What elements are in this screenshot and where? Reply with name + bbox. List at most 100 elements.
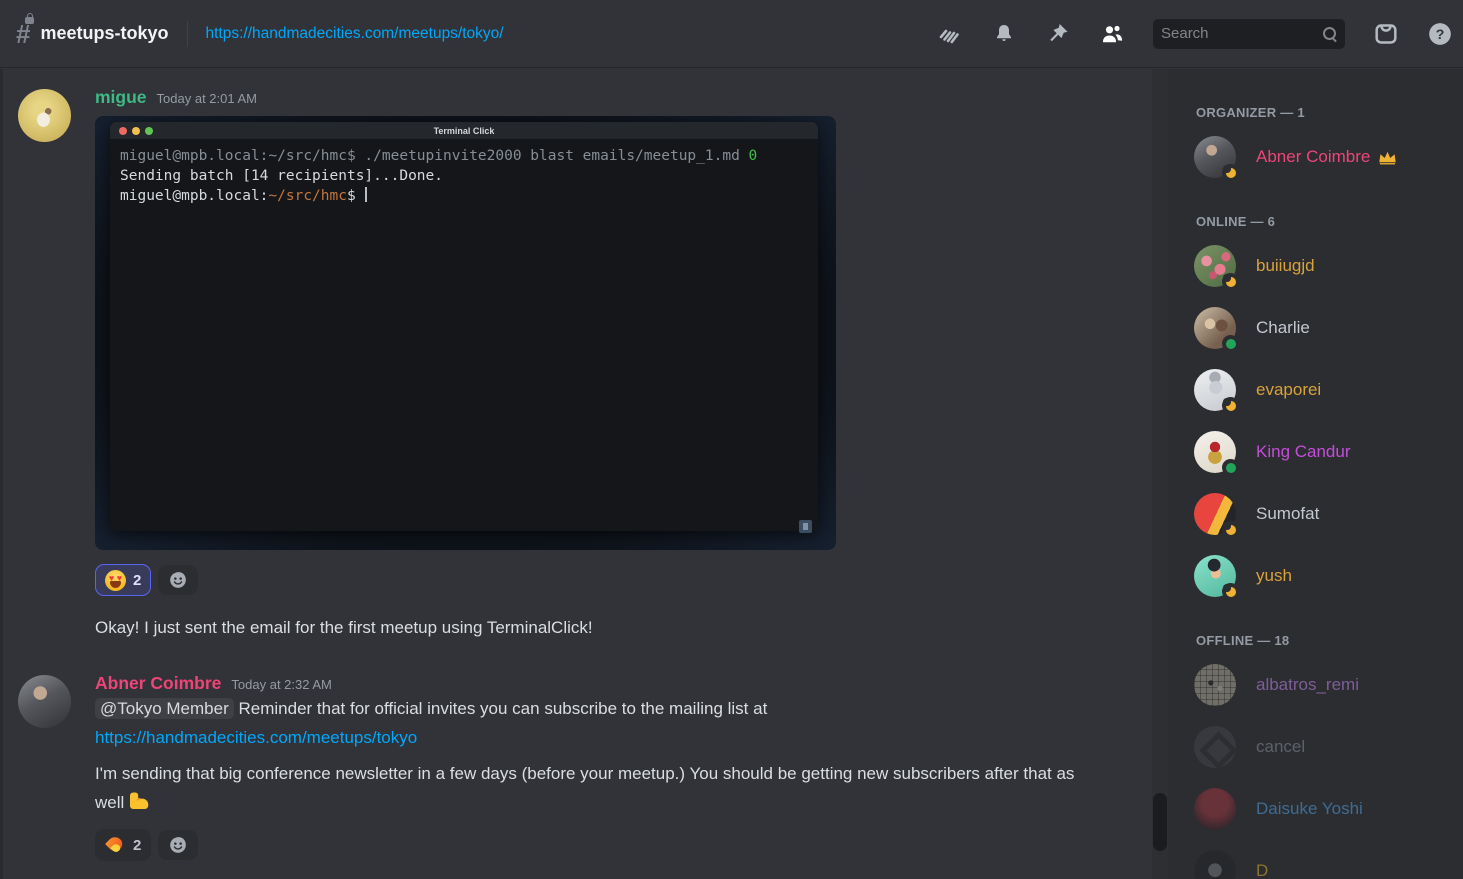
- member-king-candur[interactable]: King Candur: [1194, 431, 1455, 473]
- terminal-prompt-path: ~/src/hmc: [268, 188, 347, 204]
- search-icon: [1323, 27, 1337, 41]
- idle-status-icon: [1222, 583, 1239, 600]
- member-name: yush: [1256, 566, 1292, 586]
- member-evaporei[interactable]: evaporei: [1194, 369, 1455, 411]
- terminal-cursor: [365, 187, 367, 202]
- member-name: D: [1256, 861, 1268, 879]
- smiley-add-reaction-icon: [168, 570, 188, 590]
- author-name[interactable]: migue: [95, 87, 147, 108]
- idle-status-icon: [1222, 397, 1239, 414]
- reactions-row: 2: [95, 829, 1168, 861]
- svg-text:?: ?: [1436, 25, 1445, 41]
- avatar-red-hair-anime: [1194, 788, 1236, 830]
- chat-scrollbar-thumb[interactable]: [1153, 793, 1167, 851]
- reactions-row: 2: [95, 564, 1168, 596]
- role-mention-tokyo-member[interactable]: @Tokyo Member: [95, 698, 234, 719]
- avatar-go-board: [1194, 664, 1236, 706]
- crown-icon: [1378, 150, 1397, 165]
- terminal-screenshot-attachment[interactable]: Terminal Click miguel@mpb.local:~/src/hm…: [95, 116, 836, 550]
- member-charlie[interactable]: Charlie: [1194, 307, 1455, 349]
- reaction-fire[interactable]: 2: [95, 829, 151, 861]
- notifications-bell-icon[interactable]: [991, 21, 1017, 47]
- add-reaction-button[interactable]: [158, 565, 198, 595]
- lock-icon: [25, 17, 34, 24]
- member-abner-coimbre[interactable]: Abner Coimbre: [1194, 136, 1455, 178]
- terminal-prompt-symbol: $: [347, 188, 356, 204]
- avatar-abner-coimbre: [1194, 136, 1236, 178]
- idle-status-icon: [1222, 273, 1239, 290]
- member-daisuke-yoshi[interactable]: Daisuke Yoshi: [1194, 788, 1455, 830]
- mailing-list-link[interactable]: https://handmadecities.com/meetups/tokyo: [95, 728, 417, 747]
- channel-title-group: # meetups-tokyo https://handmadecities.c…: [16, 21, 504, 47]
- member-partial[interactable]: D: [1194, 850, 1455, 879]
- smiley-add-reaction-icon: [168, 835, 188, 855]
- message-migue: migue Today at 2:01 AM Terminal Click mi…: [0, 87, 1168, 642]
- pinned-messages-icon[interactable]: [1045, 21, 1071, 47]
- member-name: evaporei: [1256, 380, 1321, 400]
- member-buiiugjd[interactable]: buiiugjd: [1194, 245, 1455, 287]
- author-name[interactable]: Abner Coimbre: [95, 673, 221, 694]
- channel-topic-link[interactable]: https://handmadecities.com/meetups/tokyo…: [206, 25, 504, 43]
- flexed-biceps-emoji: [128, 789, 152, 813]
- inbox-icon[interactable]: [1373, 21, 1399, 47]
- terminal-titlebar: Terminal Click: [110, 122, 818, 139]
- search-placeholder: Search: [1161, 25, 1323, 42]
- message-text: Okay! I just sent the email for the firs…: [95, 613, 1100, 642]
- member-albatros-remi[interactable]: albatros_remi: [1194, 664, 1455, 706]
- terminal-body: miguel@mpb.local:~/src/hmc$ ./meetupinvi…: [110, 139, 818, 531]
- terminal-window-title: Terminal Click: [110, 126, 818, 136]
- message-timestamp: Today at 2:01 AM: [157, 91, 257, 106]
- header-divider: [187, 21, 188, 47]
- member-list-icon[interactable]: [1099, 21, 1125, 47]
- paragraph-2-text: I'm sending that big conference newslett…: [95, 764, 1074, 812]
- member-name: buiiugjd: [1256, 256, 1315, 276]
- avatar-photo: [1194, 307, 1236, 349]
- heart-eyes-emoji: [105, 570, 126, 591]
- terminal-line1-status: 0: [749, 148, 758, 164]
- online-status-icon: [1222, 335, 1239, 352]
- member-name: cancel: [1256, 737, 1305, 757]
- add-reaction-button[interactable]: [158, 830, 198, 860]
- search-input[interactable]: Search: [1153, 19, 1345, 49]
- message-header: Abner Coimbre Today at 2:32 AM: [95, 673, 1168, 694]
- channel-name: meetups-tokyo: [40, 23, 168, 44]
- member-name: Abner Coimbre: [1256, 147, 1370, 167]
- avatar-dark-icon: [1194, 850, 1236, 879]
- avatar-portrait-teal: [1194, 555, 1236, 597]
- chat-scrollbar-track[interactable]: [1152, 69, 1168, 879]
- reaction-count: 2: [133, 572, 141, 589]
- threads-icon[interactable]: [937, 21, 963, 47]
- avatar-anime-sketch: [1194, 369, 1236, 411]
- member-list-sidebar: ORGANIZER — 1 Abner Coimbre ONLINE — 6 b…: [1168, 69, 1463, 879]
- message-list: migue Today at 2:01 AM Terminal Click mi…: [0, 69, 1168, 879]
- avatar-migue-bird[interactable]: [18, 89, 71, 142]
- header-toolbar: Search ?: [937, 19, 1453, 49]
- idle-status-icon: [1222, 521, 1239, 538]
- avatar-abner-coimbre[interactable]: [18, 675, 71, 728]
- avatar-crown: [1194, 431, 1236, 473]
- help-icon[interactable]: ?: [1427, 21, 1453, 47]
- member-sumofat[interactable]: Sumofat: [1194, 493, 1455, 535]
- member-cancel[interactable]: cancel: [1194, 726, 1455, 768]
- message-line-link: https://handmadecities.com/meetups/tokyo: [95, 723, 1100, 752]
- terminal-line2: Sending batch [14 recipients]...Done.: [120, 168, 443, 184]
- fire-emoji: [105, 835, 126, 856]
- message-header: migue Today at 2:01 AM: [95, 87, 1168, 108]
- message-timestamp: Today at 2:32 AM: [231, 677, 331, 692]
- member-name: Daisuke Yoshi: [1256, 799, 1363, 819]
- member-name: albatros_remi: [1256, 675, 1359, 695]
- message-line-mention: @Tokyo Member Reminder that for official…: [95, 694, 1100, 723]
- terminal-prompt-user: miguel@mpb.local:: [120, 188, 268, 204]
- reaction-heart-eyes[interactable]: 2: [95, 564, 151, 596]
- member-yush[interactable]: yush: [1194, 555, 1455, 597]
- terminal-line1: miguel@mpb.local:~/src/hmc$ ./meetupinvi…: [120, 148, 749, 164]
- avatar-diamond-logo: [1194, 726, 1236, 768]
- channel-header: # meetups-tokyo https://handmadecities.c…: [0, 0, 1463, 68]
- section-offline: OFFLINE — 18: [1196, 633, 1455, 648]
- image-corner-badge: [799, 520, 812, 533]
- avatar-flowers: [1194, 245, 1236, 287]
- online-status-icon: [1222, 459, 1239, 476]
- discord-app: # meetups-tokyo https://handmadecities.c…: [0, 0, 1463, 879]
- terminal-window: Terminal Click miguel@mpb.local:~/src/hm…: [110, 122, 818, 531]
- member-name: Sumofat: [1256, 504, 1319, 524]
